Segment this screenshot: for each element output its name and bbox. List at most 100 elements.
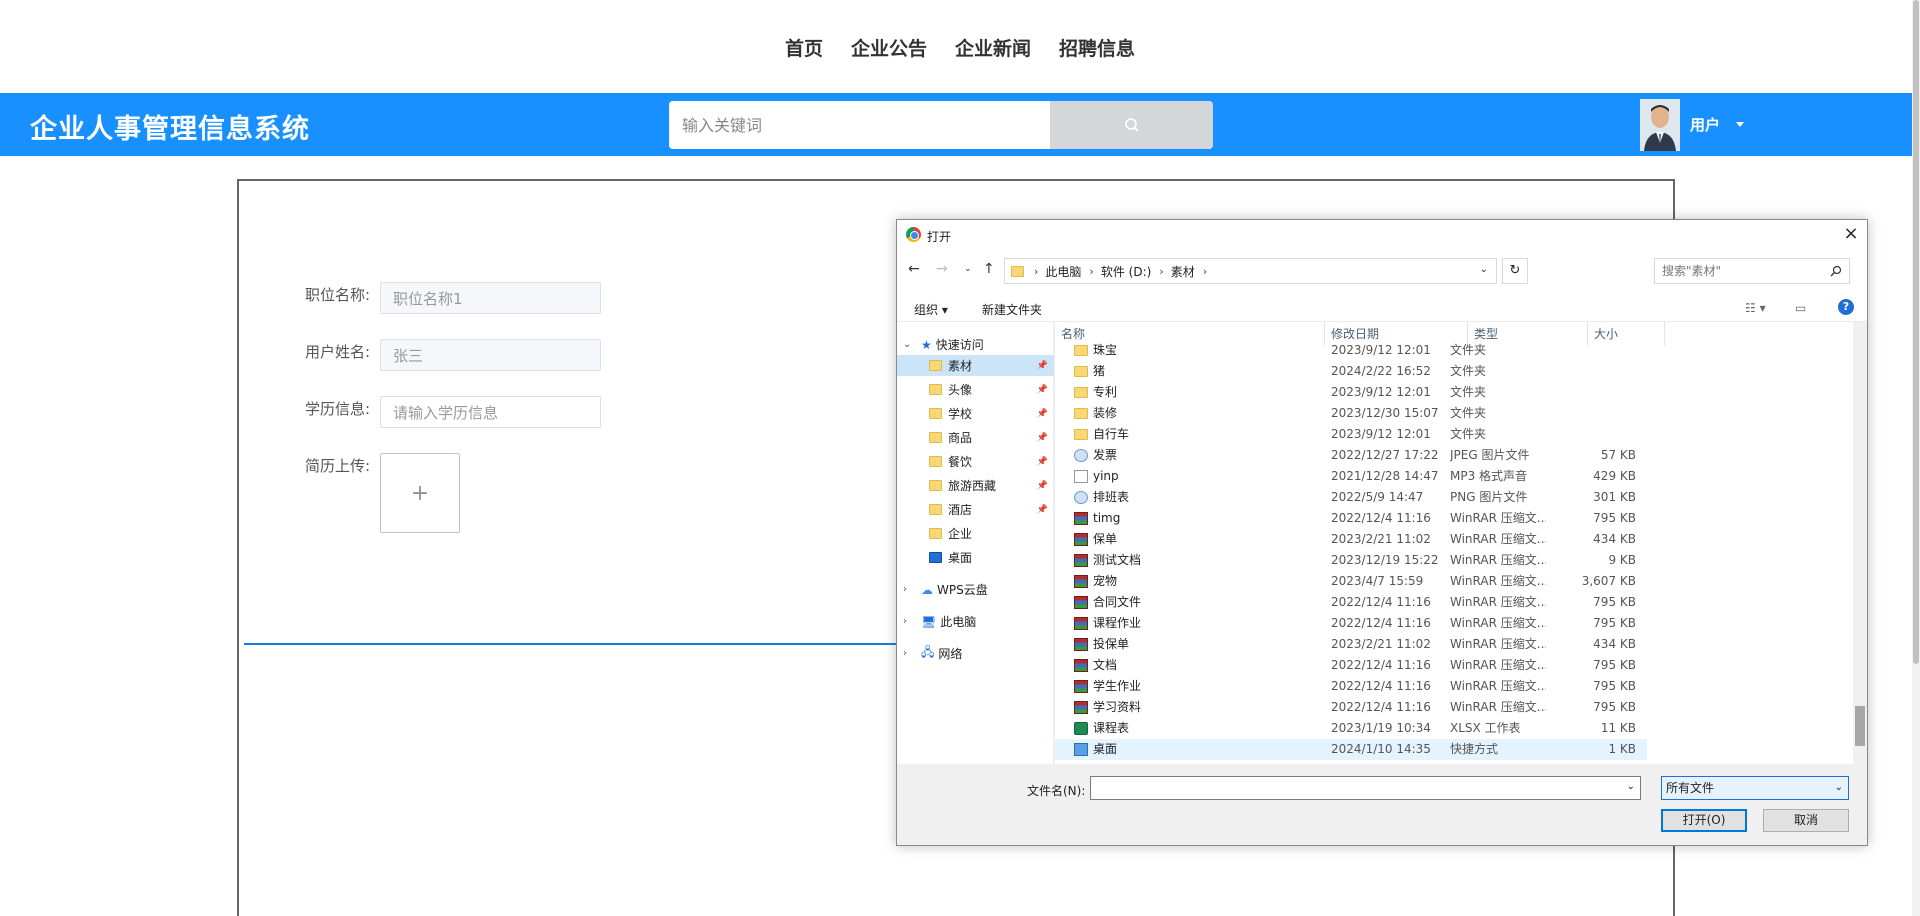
file-row[interactable]: 珠宝 2023/9/12 12:01 文件夹: [1055, 340, 1647, 361]
file-date: 2023/2/21 11:02: [1331, 532, 1431, 546]
filename-input[interactable]: ⌄: [1090, 776, 1641, 800]
nav-news[interactable]: 企业新闻: [941, 34, 1045, 61]
file-date: 2023/2/21 11:02: [1331, 637, 1431, 651]
rar-icon: [1074, 512, 1088, 525]
filetype-select[interactable]: 所有文件 ⌄: [1661, 776, 1849, 800]
file-row[interactable]: 投保单 2023/2/21 11:02 WinRAR 压缩文... 434 KB: [1055, 634, 1647, 655]
file-list-scrollbar[interactable]: [1853, 322, 1867, 764]
dialog-navbar: ← → ⌄ ↑ › 此电脑 › 软件 (D:) › 素材 › ⌄ ↻ 搜索"素材…: [897, 250, 1867, 292]
file-row[interactable]: 宠物 2023/4/7 15:59 WinRAR 压缩文... 3,607 KB: [1055, 571, 1647, 592]
chevron-right-icon[interactable]: ›: [903, 616, 907, 627]
file-list-scrollbar-thumb[interactable]: [1855, 706, 1865, 746]
tree-item-avatar[interactable]: 头像 📌: [897, 379, 1054, 400]
search-icon: [1124, 118, 1139, 132]
up-arrow-icon[interactable]: ↑: [983, 261, 995, 277]
folder-icon: [929, 408, 942, 419]
tree-quick-access[interactable]: ⌄ ★ 快速访问: [897, 334, 1054, 355]
search-button[interactable]: [1050, 101, 1213, 149]
help-icon[interactable]: ?: [1838, 299, 1854, 315]
tree-item-tibet[interactable]: 旅游西藏 📌: [897, 475, 1054, 496]
file-row[interactable]: 合同文件 2022/12/4 11:16 WinRAR 压缩文... 795 KB: [1055, 592, 1647, 613]
computer-icon: 🖥: [921, 614, 937, 629]
nav-announcements[interactable]: 企业公告: [837, 34, 941, 61]
file-size: 434 KB: [1593, 532, 1636, 546]
refresh-icon[interactable]: ↻: [1502, 258, 1528, 284]
chevron-down-icon[interactable]: ⌄: [1627, 781, 1635, 792]
forward-arrow-icon[interactable]: →: [936, 261, 948, 277]
rar-icon: [1074, 680, 1088, 693]
file-date: 2022/5/9 14:47: [1331, 490, 1424, 504]
file-row[interactable]: 文档 2022/12/4 11:16 WinRAR 压缩文... 795 KB: [1055, 655, 1647, 676]
user-menu-label[interactable]: 用户: [1690, 114, 1720, 135]
education-field[interactable]: 请输入学历信息: [380, 396, 601, 428]
file-row[interactable]: 测试文档 2023/12/19 15:22 WinRAR 压缩文... 9 KB: [1055, 550, 1647, 571]
organize-menu[interactable]: 组织 ▾: [914, 301, 948, 318]
close-icon[interactable]: ×: [1841, 224, 1861, 244]
file-row[interactable]: 排班表 2022/5/9 14:47 PNG 图片文件 301 KB: [1055, 487, 1647, 508]
file-row[interactable]: 发票 2022/12/27 17:22 JPEG 图片文件 57 KB: [1055, 445, 1647, 466]
file-name: 宠物: [1093, 574, 1118, 588]
chevron-right-icon[interactable]: ›: [903, 584, 907, 595]
preview-pane-icon[interactable]: ▭: [1795, 301, 1806, 315]
file-row[interactable]: 桌面 2024/1/10 14:35 快捷方式 1 KB: [1055, 739, 1647, 760]
desktop-icon: [929, 552, 942, 563]
dialog-title: 打开: [927, 230, 952, 244]
caret-down-icon[interactable]: [1736, 122, 1744, 127]
file-date: 2021/12/28 14:47: [1331, 469, 1439, 483]
breadcrumb-this-pc[interactable]: 此电脑: [1045, 263, 1081, 280]
chevron-down-icon[interactable]: ⌄: [903, 339, 911, 350]
file-row[interactable]: 专利 2023/9/12 12:01 文件夹: [1055, 382, 1647, 403]
recent-dropdown-icon[interactable]: ⌄: [964, 264, 972, 274]
file-row[interactable]: 自行车 2023/9/12 12:01 文件夹: [1055, 424, 1647, 445]
tree-item-school[interactable]: 学校 📌: [897, 403, 1054, 424]
folder-icon: [1074, 345, 1088, 356]
file-row[interactable]: 猪 2024/2/22 16:52 文件夹: [1055, 361, 1647, 382]
view-menu-icon[interactable]: ☷ ▾: [1745, 301, 1766, 315]
file-row[interactable]: 课程作业 2022/12/4 11:16 WinRAR 压缩文... 795 KB: [1055, 613, 1647, 634]
address-bar[interactable]: › 此电脑 › 软件 (D:) › 素材 › ⌄: [1004, 258, 1497, 284]
dialog-search-input[interactable]: 搜索"素材": [1654, 258, 1850, 284]
tree-network[interactable]: › 🖧 网络: [897, 643, 1054, 664]
file-size: 795 KB: [1593, 616, 1636, 630]
tree-item-desktop[interactable]: 桌面: [897, 547, 1054, 568]
page-scrollbar-thumb[interactable]: [1913, 0, 1919, 664]
file-row[interactable]: 保单 2023/2/21 11:02 WinRAR 压缩文... 434 KB: [1055, 529, 1647, 550]
file-row[interactable]: 课程表 2023/1/19 10:34 XLSX 工作表 11 KB: [1055, 718, 1647, 739]
nav-home[interactable]: 首页: [771, 34, 837, 61]
file-name: 珠宝: [1093, 343, 1118, 357]
tree-item-company[interactable]: 企业: [897, 523, 1054, 544]
file-row[interactable]: timg 2022/12/4 11:16 WinRAR 压缩文... 795 KB: [1055, 508, 1647, 529]
tree-item-dining[interactable]: 餐饮 📌: [897, 451, 1054, 472]
file-name: 排班表: [1093, 490, 1130, 504]
file-row[interactable]: 学生作业 2022/12/4 11:16 WinRAR 压缩文... 795 KB: [1055, 676, 1647, 697]
back-arrow-icon[interactable]: ←: [908, 261, 920, 277]
search-input[interactable]: [669, 101, 1050, 149]
breadcrumb-folder[interactable]: 素材: [1171, 263, 1195, 280]
cancel-button[interactable]: 取消: [1763, 809, 1849, 832]
tree-item-sucai[interactable]: 素材 📌: [897, 355, 1054, 376]
username-field[interactable]: 张三: [380, 339, 601, 371]
tree-item-goods[interactable]: 商品 📌: [897, 427, 1054, 448]
chevron-down-icon[interactable]: ⌄: [1480, 264, 1488, 275]
file-row[interactable]: 学习资料 2022/12/4 11:16 WinRAR 压缩文... 795 KB: [1055, 697, 1647, 718]
rar-icon: [1074, 554, 1088, 567]
new-folder-button[interactable]: 新建文件夹: [982, 301, 1042, 318]
folder-icon: [1074, 408, 1088, 419]
open-button[interactable]: 打开(O): [1661, 809, 1747, 832]
file-open-dialog: 打开 × ← → ⌄ ↑ › 此电脑 › 软件 (D:) › 素材 › ⌄ ↻ …: [896, 219, 1868, 846]
file-type: WinRAR 压缩文...: [1450, 679, 1546, 693]
tree-wps-cloud[interactable]: › ☁ WPS云盘: [897, 579, 1054, 600]
nav-recruitment[interactable]: 招聘信息: [1045, 34, 1149, 61]
file-row[interactable]: yinp 2021/12/28 14:47 MP3 格式声音 429 KB: [1055, 466, 1647, 487]
tree-this-pc[interactable]: › 🖥 此电脑: [897, 611, 1054, 632]
file-row[interactable]: 装修 2023/12/30 15:07 文件夹: [1055, 403, 1647, 424]
breadcrumb-drive[interactable]: 软件 (D:): [1101, 263, 1151, 280]
resume-upload-button[interactable]: +: [380, 453, 460, 533]
folder-icon: [1074, 429, 1088, 440]
tree-item-hotel[interactable]: 酒店 📌: [897, 499, 1054, 520]
chevron-right-icon[interactable]: ›: [903, 648, 907, 659]
position-field[interactable]: 职位名称1: [380, 282, 601, 314]
pin-icon: 📌: [1036, 408, 1048, 419]
header-bar: 企业人事管理信息系统 用户: [0, 93, 1912, 156]
avatar[interactable]: [1640, 99, 1680, 151]
